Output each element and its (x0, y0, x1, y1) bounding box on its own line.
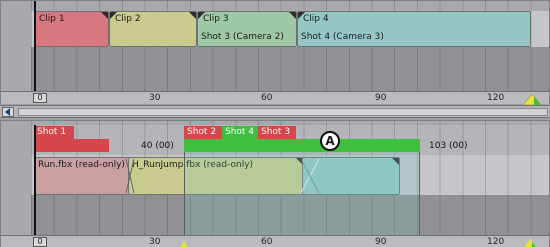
shot-1-end-count: 40 (00) (141, 141, 174, 151)
ruler-label: 30 (149, 93, 161, 103)
shot-4-range-highlight (184, 152, 420, 235)
top-timeline-pane: Clip 1 Clip 2 Clip 3 Shot 3 (Camera 2) C… (0, 0, 550, 105)
ruler-zero-marker: 0 (33, 93, 47, 103)
ruler-zero-marker: 0 (33, 237, 47, 247)
ruler-label: 90 (375, 237, 387, 247)
ruler-label: 60 (261, 93, 273, 103)
clip-run-fbx[interactable]: Run.fbx (read-only) (34, 157, 130, 195)
top-playhead[interactable] (34, 1, 36, 91)
scroll-thumb[interactable] (18, 108, 548, 116)
horizontal-scrollbar[interactable] (0, 105, 550, 118)
top-clip-2[interactable]: Clip 2 (109, 11, 197, 47)
bottom-timeline-pane: Shot 1 40 (00) Shot 2 Shot 4 Shot 3 103 … (0, 120, 550, 247)
top-clip-1[interactable]: Clip 1 (35, 11, 109, 47)
ruler-label: 60 (261, 237, 273, 247)
clip-label: Clip 4 (303, 14, 329, 24)
clip-shot-label: Shot 4 (Camera 3) (301, 32, 384, 42)
shot-1-bar[interactable] (34, 139, 109, 152)
end-marker-icon[interactable] (523, 239, 537, 247)
shot-4-label[interactable]: Shot 4 (222, 126, 258, 139)
ruler-label: 30 (149, 237, 161, 247)
clip-corner-icon (101, 12, 108, 19)
clip-label: Clip 2 (115, 14, 141, 24)
ruler-label: 90 (375, 93, 387, 103)
bottom-playhead[interactable] (34, 125, 36, 235)
clip-corner-icon (289, 12, 296, 19)
top-clip-3[interactable]: Clip 3 Shot 3 (Camera 2) (197, 11, 297, 47)
clip-shot-label: Shot 3 (Camera 2) (201, 32, 284, 42)
bottom-time-ruler[interactable]: 0 30 60 90 120 (1, 235, 549, 247)
clip-label: Clip 1 (39, 14, 65, 24)
shot-4-bar[interactable] (184, 139, 420, 152)
top-time-ruler[interactable]: 0 30 60 90 120 (1, 91, 549, 105)
shot-2-label[interactable]: Shot 2 (184, 126, 222, 139)
shot-1-label[interactable]: Shot 1 (34, 126, 74, 139)
transition-blend-icon (125, 158, 135, 194)
top-clip-4[interactable]: Clip 4 Shot 4 (Camera 3) (297, 11, 531, 47)
ruler-label: 120 (487, 237, 505, 247)
ruler-label: 120 (487, 93, 505, 103)
shot-4-end-count: 103 (00) (429, 141, 468, 151)
arrow-left-icon (5, 108, 10, 116)
callout-a-badge: A (320, 131, 340, 151)
clip-corner-icon (198, 12, 205, 19)
clip-corner-icon (110, 12, 117, 19)
clip-label: Clip 3 (203, 14, 229, 24)
clip-corner-icon (189, 12, 196, 19)
clip-label: Run.fbx (read-only) (38, 160, 125, 170)
end-marker-icon[interactable] (523, 94, 541, 105)
clip-corner-icon (298, 12, 305, 19)
start-marker-icon[interactable] (179, 241, 189, 247)
scroll-left-button[interactable] (2, 107, 14, 117)
shot-3-label[interactable]: Shot 3 (258, 126, 296, 139)
